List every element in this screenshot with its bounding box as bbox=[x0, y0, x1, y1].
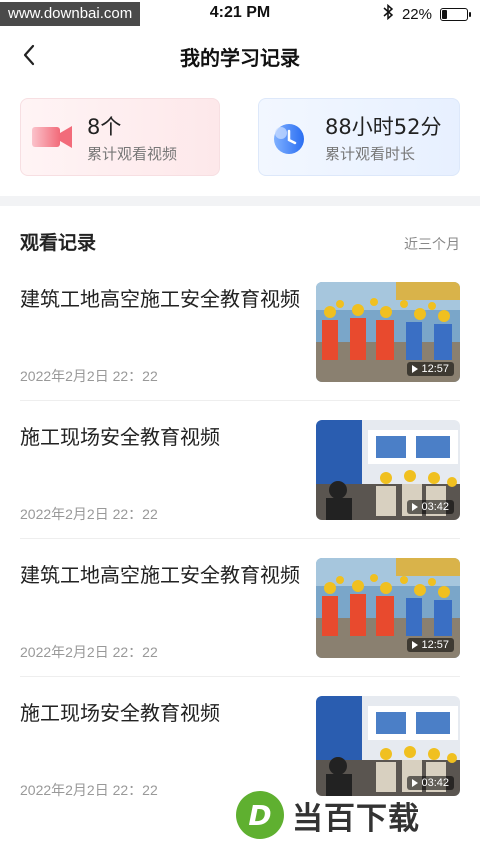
watermark-text: 当百下载 bbox=[292, 800, 420, 837]
nav-bar: 我的学习记录 bbox=[0, 34, 480, 76]
duration-text: 12:57 bbox=[421, 363, 449, 375]
video-thumbnail[interactable]: 03:42 bbox=[316, 696, 460, 796]
battery-percent: 22% bbox=[401, 5, 432, 23]
time-range-filter[interactable]: 近三个月 bbox=[404, 234, 460, 254]
videos-label: 累计观看视频 bbox=[87, 145, 178, 163]
section-divider bbox=[0, 196, 480, 206]
hours-value: 88小时52分 bbox=[325, 115, 442, 139]
video-camera-icon bbox=[31, 121, 75, 155]
stat-card-videos: 8个 累计观看视频 bbox=[20, 98, 220, 176]
duration-badge: 03:42 bbox=[407, 500, 454, 514]
duration-badge: 12:57 bbox=[407, 362, 454, 376]
video-thumbnail[interactable]: 12:57 bbox=[316, 558, 460, 658]
logo-letter: D bbox=[248, 799, 271, 832]
battery-fill bbox=[442, 9, 447, 19]
stat-card-hours: 88小时52分 累计观看时长 bbox=[258, 98, 460, 176]
downbai-logo-icon: D bbox=[236, 791, 284, 839]
record-time: 2022年2月2日 22：22 bbox=[20, 782, 158, 798]
bottom-watermark: D 当百下载 bbox=[236, 790, 420, 840]
bluetooth-icon bbox=[382, 3, 394, 24]
duration-text: 12:57 bbox=[421, 639, 449, 651]
play-icon bbox=[412, 641, 419, 649]
play-icon bbox=[412, 779, 419, 787]
record-title: 施工现场安全教育视频 bbox=[20, 425, 220, 449]
divider bbox=[20, 400, 460, 401]
battery-icon bbox=[440, 7, 471, 21]
video-thumbnail[interactable]: 03:42 bbox=[316, 420, 460, 520]
video-thumbnail[interactable]: 12:57 bbox=[316, 282, 460, 382]
record-item[interactable]: 建筑工地高空施工安全教育视频 2022年2月2日 22：22 12:57 bbox=[20, 282, 460, 420]
divider bbox=[20, 676, 460, 677]
records-section-title: 观看记录 bbox=[20, 232, 97, 254]
play-icon bbox=[412, 503, 419, 511]
record-item[interactable]: 施工现场安全教育视频 2022年2月2日 22：22 03:42 bbox=[20, 420, 460, 558]
record-time: 2022年2月2日 22：22 bbox=[20, 644, 158, 660]
record-time: 2022年2月2日 22：22 bbox=[20, 368, 158, 384]
record-item[interactable]: 建筑工地高空施工安全教育视频 2022年2月2日 22：22 12:57 bbox=[20, 558, 460, 696]
duration-badge: 12:57 bbox=[407, 638, 454, 652]
duration-text: 03:42 bbox=[421, 501, 449, 513]
record-time: 2022年2月2日 22：22 bbox=[20, 506, 158, 522]
page-title: 我的学习记录 bbox=[180, 46, 300, 70]
duration-badge: 03:42 bbox=[407, 776, 454, 790]
clock-icon bbox=[269, 121, 309, 161]
videos-count: 8个 bbox=[87, 115, 122, 139]
record-title: 施工现场安全教育视频 bbox=[20, 701, 220, 725]
record-title: 建筑工地高空施工安全教育视频 bbox=[20, 287, 300, 311]
divider bbox=[20, 538, 460, 539]
hours-label: 累计观看时长 bbox=[325, 145, 416, 163]
record-title: 建筑工地高空施工安全教育视频 bbox=[20, 563, 300, 587]
status-indicators: 22% bbox=[382, 3, 471, 24]
status-bar: www.downbai.com 4:21 PM 22% bbox=[0, 0, 480, 28]
duration-text: 03:42 bbox=[421, 777, 449, 789]
play-icon bbox=[412, 365, 419, 373]
